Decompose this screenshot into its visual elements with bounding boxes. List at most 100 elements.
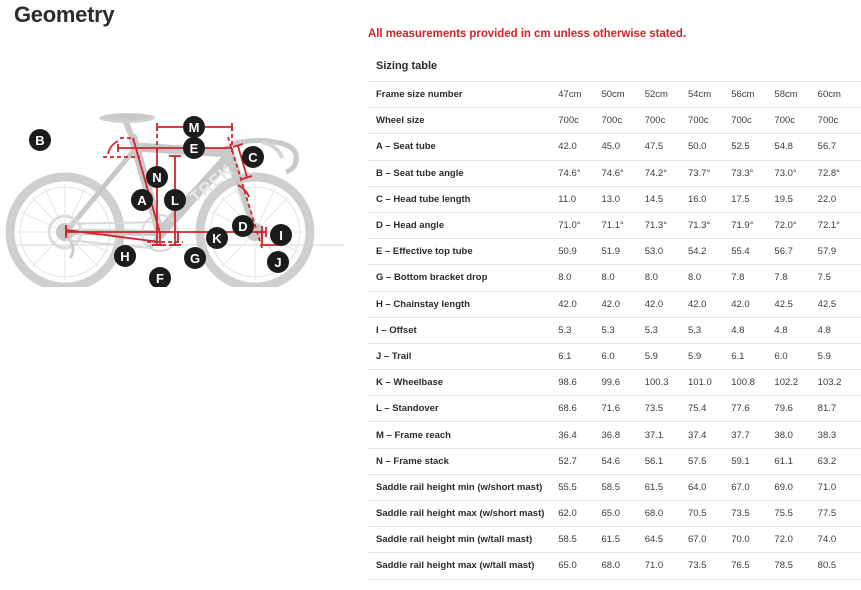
diagram-label-E: E: [183, 137, 205, 159]
table-cell: 16.0: [687, 185, 732, 213]
table-cell: 5.3: [558, 316, 602, 344]
table-cell: 65.0: [558, 552, 602, 580]
table-cell: 6.1: [558, 342, 602, 370]
row-label: A – Seat tube: [368, 133, 559, 161]
table-cell: 71.9°: [731, 211, 775, 239]
table-cell: 6.1: [731, 342, 775, 370]
table-caption: Sizing table: [376, 60, 438, 72]
table-cell: 56.7: [774, 238, 818, 265]
table-cell: 71.1°: [601, 211, 645, 239]
table-cell: 22.0: [817, 185, 861, 213]
diagram-label-B: B: [29, 129, 51, 151]
table-cell: 17.5: [731, 185, 775, 213]
table-cell: 700c: [644, 107, 688, 134]
table-cell: 72.0: [774, 526, 818, 553]
table-cell: 63.2: [817, 447, 861, 475]
row-label: Saddle rail height max (w/tall mast): [368, 552, 559, 580]
table-cell: 57.5: [687, 447, 732, 475]
table-cell: 42.5: [817, 290, 861, 318]
table-cell: 71.0: [817, 473, 861, 501]
page-title: Geometry: [14, 2, 115, 27]
table-cell: 59.1: [731, 447, 775, 475]
table-row: M – Frame reach 36.4 36.8 37.1 37.4 37.7 38.0 3…: [368, 421, 861, 449]
row-label: D – Head angle: [368, 211, 559, 239]
table-cell: 68.0: [601, 552, 645, 580]
table-cell: 58.5: [558, 526, 602, 553]
table-cell: 72.0°: [774, 211, 818, 239]
svg-text:E: E: [190, 141, 199, 156]
table-cell: 76.5: [731, 552, 775, 580]
table-row: Frame size number 47cm 50cm 52cm 54cm 56cm 58c…: [368, 80, 861, 108]
row-label: I – Offset: [368, 316, 559, 344]
table-cell: 73.0°: [774, 159, 818, 187]
table-cell: 60cm: [817, 80, 861, 108]
row-label: Saddle rail height min (w/short mast): [368, 473, 559, 501]
table-cell: 58cm: [774, 80, 818, 108]
diagram-label-D: D: [232, 215, 254, 237]
table-cell: 56cm: [731, 80, 775, 108]
table-cell: 71.3°: [687, 211, 732, 239]
table-cell: 73.3°: [731, 159, 775, 187]
table-cell: 58.5: [601, 473, 645, 501]
row-label: H – Chainstay length: [368, 290, 559, 318]
table-cell: 14.5: [644, 185, 688, 213]
svg-text:H: H: [120, 249, 129, 264]
table-row: Saddle rail height min (w/short mast) 55.…: [368, 473, 861, 501]
table-cell: 8.0: [558, 264, 602, 291]
table-cell: 42.5: [774, 290, 818, 318]
diagram-label-K: K: [206, 227, 228, 249]
row-label: J – Trail: [368, 342, 559, 370]
table-cell: 79.6: [774, 395, 818, 422]
table-row: A – Seat tube 42.0 45.0 47.5 50.0 52.5 54.8 56.…: [368, 133, 861, 161]
diagram-label-N: N: [146, 166, 168, 188]
table-cell: 42.0: [558, 133, 602, 161]
row-label: Saddle rail height min (w/tall mast): [368, 526, 559, 553]
table-cell: 77.5: [817, 499, 861, 527]
table-row: Saddle rail height max (w/short mast) 62.…: [368, 499, 861, 527]
table-cell: 61.5: [644, 473, 688, 501]
svg-text:F: F: [156, 271, 164, 286]
svg-text:C: C: [248, 150, 258, 165]
table-cell: 51.9: [601, 238, 645, 265]
table-cell: 7.5: [817, 264, 861, 291]
svg-text:N: N: [152, 170, 161, 185]
table-cell: 100.3: [644, 369, 688, 396]
table-cell: 4.8: [731, 316, 775, 344]
table-cell: 55.4: [731, 238, 775, 265]
row-label: G – Bottom bracket drop: [368, 264, 559, 291]
table-cell: 101.0: [687, 369, 732, 396]
table-row: L – Standover 68.6 71.6 73.5 75.4 77.6 79.6 81.…: [368, 395, 861, 422]
table-cell: 62.0: [558, 499, 602, 527]
row-label: Wheel size: [368, 107, 559, 134]
table-cell: 61.1: [774, 447, 818, 475]
table-cell: 54.6: [601, 447, 645, 475]
table-row: G – Bottom bracket drop 8.0 8.0 8.0 8.0 7.8 7.…: [368, 264, 861, 291]
table-cell: 4.8: [774, 316, 818, 344]
table-cell: 67.0: [687, 526, 732, 553]
row-label: E – Effective top tube: [368, 238, 559, 265]
table-cell: 71.6: [601, 395, 645, 422]
table-cell: 6.0: [601, 342, 645, 370]
table-cell: 5.9: [644, 342, 688, 370]
table-row: K – Wheelbase 98.6 99.6 100.3 101.0 100.8 102.…: [368, 369, 861, 396]
table-cell: 38.0: [774, 421, 818, 449]
table-cell: 70.0: [731, 526, 775, 553]
table-cell: 77.6: [731, 395, 775, 422]
table-cell: 68.6: [558, 395, 602, 422]
table-row: D – Head angle 71.0° 71.1° 71.3° 71.3° 71.9° 7…: [368, 211, 861, 239]
table-cell: 42.0: [558, 290, 602, 318]
svg-text:L: L: [171, 193, 179, 208]
table-row: N – Frame stack 52.7 54.6 56.1 57.5 59.1 61.1 6…: [368, 447, 861, 475]
table-cell: 42.0: [687, 290, 732, 318]
table-cell: 52.5: [731, 133, 775, 161]
table-cell: 5.3: [687, 316, 732, 344]
table-row: Saddle rail height min (w/tall mast) 58.5…: [368, 526, 861, 553]
table-cell: 42.0: [601, 290, 645, 318]
table-cell: 73.7°: [687, 159, 732, 187]
table-cell: 47cm: [558, 80, 602, 108]
table-cell: 54.2: [687, 238, 732, 265]
table-cell: 50cm: [601, 80, 645, 108]
table-cell: 47.5: [644, 133, 688, 161]
table-cell: 38.3: [817, 421, 861, 449]
diagram-label-A: A: [131, 189, 153, 211]
